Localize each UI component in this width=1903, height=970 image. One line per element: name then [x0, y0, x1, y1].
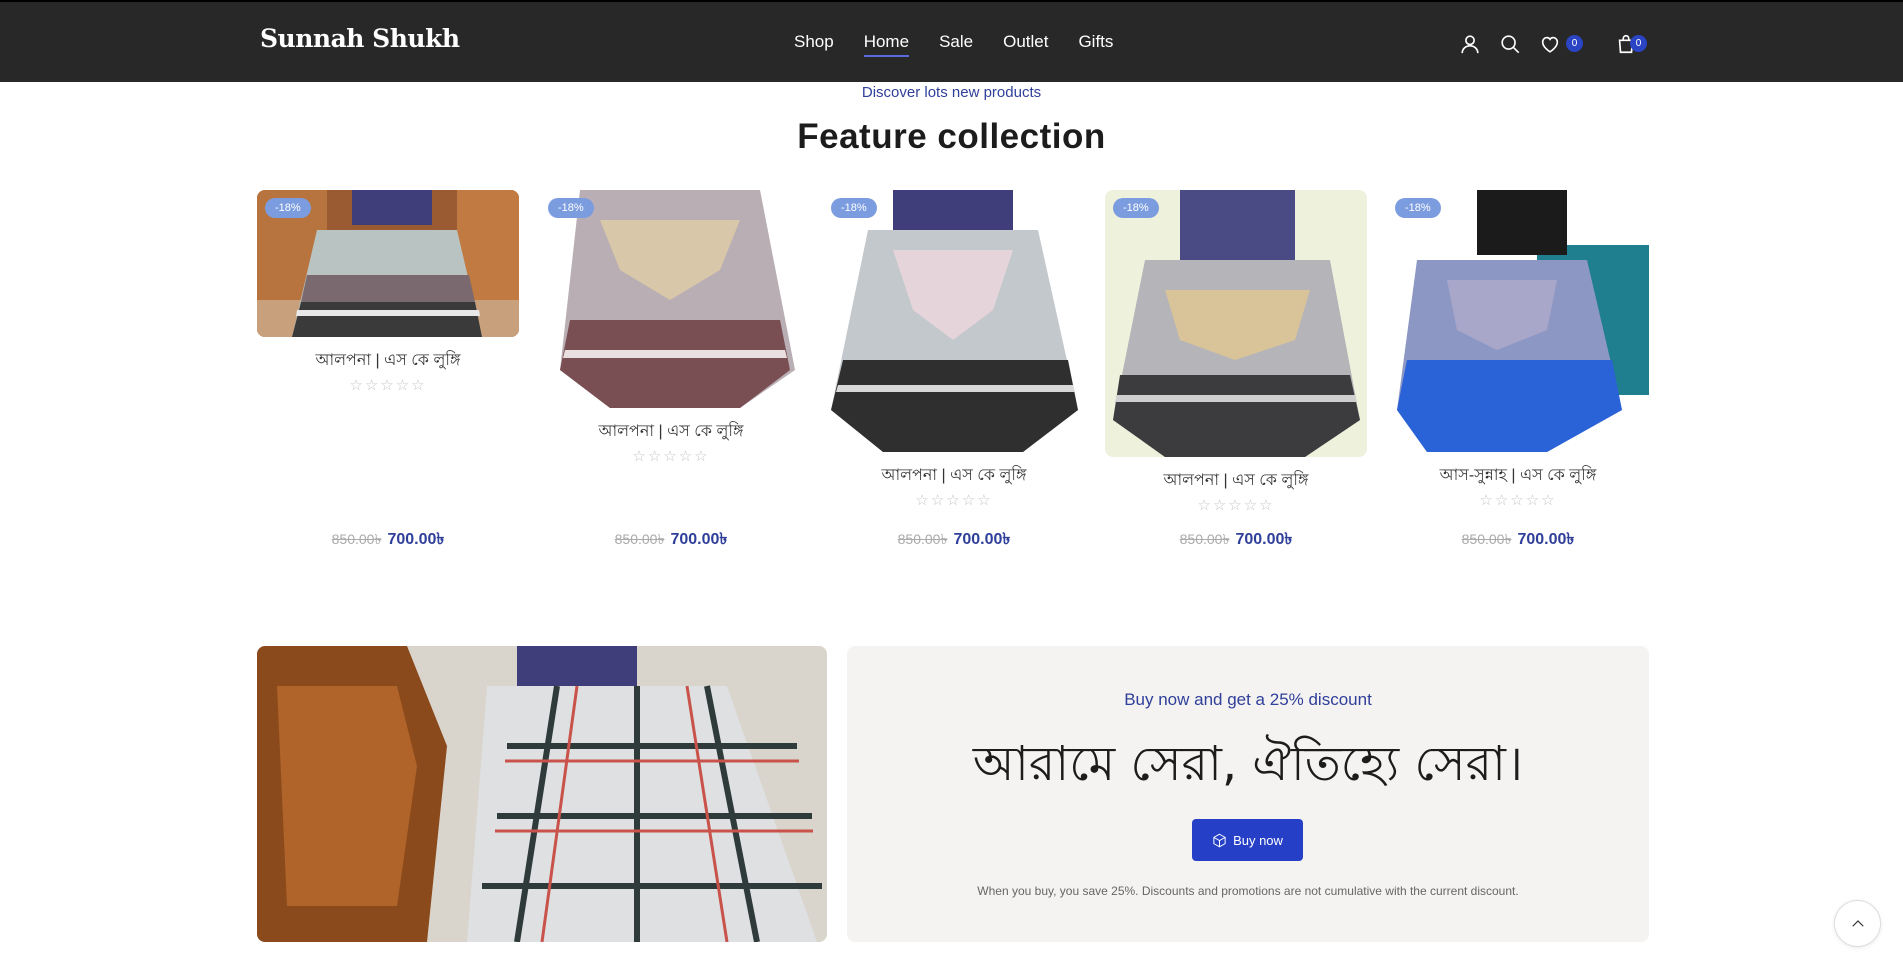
sale-price: 700.00৳	[1235, 531, 1293, 548]
promo-note: When you buy, you save 25%. Discounts an…	[977, 884, 1519, 898]
section-subheading: Discover lots new products	[861, 84, 1042, 101]
main-nav: Shop Home Sale Outlet Gifts	[794, 32, 1113, 57]
promo-headline: আরামে সেরা, ঐতিহ্যে সেরা।	[972, 736, 1524, 792]
search-button[interactable]	[1498, 32, 1522, 56]
discount-badge: -18%	[265, 198, 311, 218]
user-icon	[1461, 35, 1479, 54]
product-price: 850.00৳ 700.00৳	[1387, 526, 1649, 553]
product-price: 850.00৳ 700.00৳	[257, 526, 519, 553]
banner-image	[257, 646, 827, 942]
cube-icon	[1213, 833, 1226, 847]
sale-price: 700.00৳	[387, 531, 445, 548]
sale-price: 700.00৳	[1517, 531, 1575, 548]
buy-now-label: Buy now	[1233, 832, 1283, 848]
product-name[interactable]: আলপনা | এস কে লুঙ্গি	[540, 418, 802, 445]
wishlist-count-badge: 0	[1566, 35, 1583, 52]
account-button[interactable]	[1458, 32, 1482, 56]
old-price: 850.00৳	[897, 531, 948, 547]
nav-gifts[interactable]: Gifts	[1078, 32, 1113, 56]
rating-stars: ☆☆☆☆☆	[349, 377, 427, 394]
product-image[interactable]: -18%	[1387, 190, 1649, 452]
product-price: 850.00৳ 700.00৳	[823, 526, 1085, 553]
chevron-up-icon	[1851, 919, 1864, 927]
product-price: 850.00৳ 700.00৳	[1105, 526, 1367, 553]
nav-outlet[interactable]: Outlet	[1003, 32, 1048, 56]
nav-shop[interactable]: Shop	[794, 32, 834, 56]
discount-badge: -18%	[1395, 198, 1441, 218]
old-price: 850.00৳	[331, 531, 382, 547]
nav-sale[interactable]: Sale	[939, 32, 973, 56]
product-image[interactable]: -18%	[257, 190, 519, 337]
cart-count-badge: 0	[1630, 35, 1647, 52]
old-price: 850.00৳	[1179, 531, 1230, 547]
rating-stars: ☆☆☆☆☆	[1197, 497, 1275, 514]
section-title: Feature collection	[797, 117, 1106, 156]
product-name[interactable]: আলপনা | এস কে লুঙ্গি	[823, 462, 1085, 489]
product-name[interactable]: আলপনা | এস কে লুঙ্গি	[1105, 467, 1367, 494]
search-icon	[1501, 35, 1520, 54]
product-name[interactable]: আলপনা | এস কে লুঙ্গি	[257, 347, 519, 374]
product-image[interactable]: -18%	[823, 190, 1085, 452]
discount-badge: -18%	[548, 198, 594, 218]
product-image[interactable]: -18%	[540, 190, 802, 408]
product-name[interactable]: আস-সুন্নাহ | এস কে লুঙ্গি	[1387, 462, 1649, 489]
sale-price: 700.00৳	[670, 531, 728, 548]
buy-now-button[interactable]: Buy now	[1192, 819, 1303, 861]
site-logo[interactable]: Sunnah Shukh	[260, 24, 460, 53]
wishlist-button[interactable]	[1538, 32, 1562, 56]
discount-badge: -18%	[831, 198, 877, 218]
old-price: 850.00৳	[614, 531, 665, 547]
product-image[interactable]: -18%	[1105, 190, 1367, 457]
product-price: 850.00৳ 700.00৳	[540, 526, 802, 553]
scroll-to-top-button[interactable]	[1834, 900, 1881, 947]
promo-tagline: Buy now and get a 25% discount	[1124, 690, 1372, 709]
rating-stars: ☆☆☆☆☆	[632, 448, 710, 465]
rating-stars: ☆☆☆☆☆	[1479, 492, 1557, 509]
discount-badge: -18%	[1113, 198, 1159, 218]
rating-stars: ☆☆☆☆☆	[915, 492, 993, 509]
site-header: Sunnah Shukh Shop Home Sale Outlet Gifts…	[0, 0, 1903, 82]
promo-panel: Buy now and get a 25% discount আরামে সের…	[847, 646, 1649, 942]
nav-home[interactable]: Home	[863, 32, 910, 57]
old-price: 850.00৳	[1461, 531, 1512, 547]
heart-icon	[1541, 36, 1559, 53]
header-icons: 0 0	[1458, 32, 1647, 56]
sale-price: 700.00৳	[953, 531, 1011, 548]
